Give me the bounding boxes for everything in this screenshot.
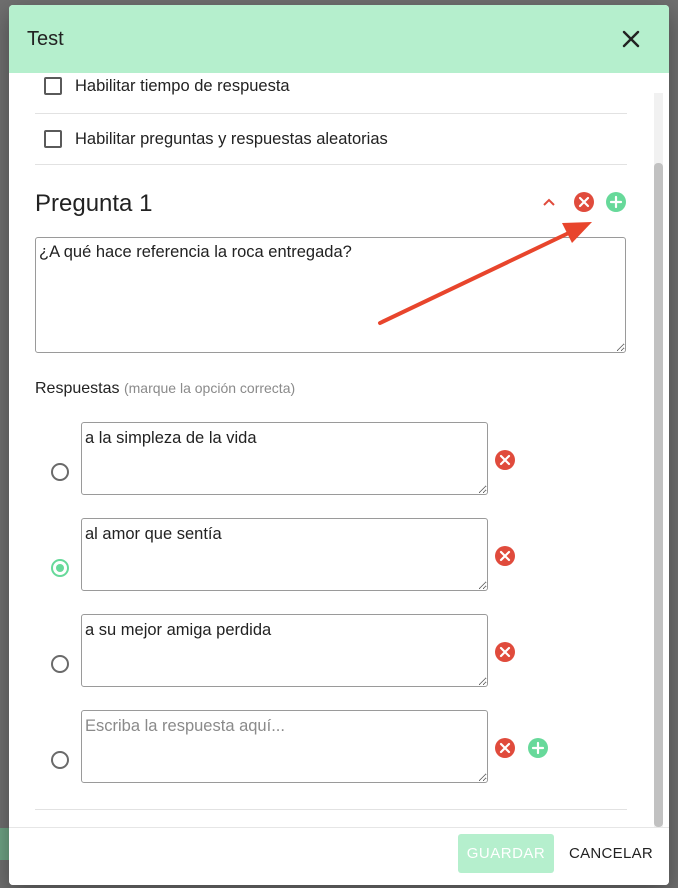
answers-title: Respuestas [35,380,120,397]
question-actions [540,191,627,213]
delete-answer-icon[interactable] [494,545,516,567]
cancel-button[interactable]: CANCELAR [565,834,657,873]
answer-radio[interactable] [51,751,69,769]
section-divider [35,809,627,810]
delete-question-icon[interactable] [573,191,595,213]
delete-answer-icon[interactable] [494,641,516,663]
test-modal: Test Habilitar tiempo de respuesta Habil… [9,5,669,885]
modal-body: Habilitar tiempo de respuesta Habilitar … [9,73,669,827]
add-question-icon[interactable] [605,191,627,213]
setting-random-order[interactable]: Habilitar preguntas y respuestas aleator… [35,114,627,165]
modal-header: Test [9,5,669,73]
answers-hint: (marque la opción correcta) [123,380,296,396]
answer-text-field[interactable]: a la simpleza de la vida [81,422,488,495]
new-answer-field[interactable] [81,710,488,783]
answer-row: al amor que sentía [35,518,627,614]
response-time-label: Habilitar tiempo de respuesta [75,77,290,95]
random-order-checkbox[interactable] [44,130,62,148]
answer-text-field[interactable]: a su mejor amiga perdida [81,614,488,687]
scrollbar-thumb[interactable] [654,163,663,827]
question-header: Pregunta 1 [35,165,627,237]
save-button[interactable]: GUARDAR [458,834,554,873]
answer-radio[interactable] [51,655,69,673]
close-icon[interactable] [619,27,643,51]
answers-label: Respuestas (marque la opción correcta) [35,380,627,398]
question-title: Pregunta 1 [35,190,153,217]
add-answer-icon[interactable] [527,737,549,759]
chevron-up-icon[interactable] [540,193,558,211]
response-time-checkbox[interactable] [44,77,62,95]
delete-answer-icon[interactable] [494,737,516,759]
question-text-field[interactable]: ¿A qué hace referencia la roca entregada… [35,237,626,353]
random-order-label: Habilitar preguntas y respuestas aleator… [75,129,388,148]
answer-radio-selected[interactable] [51,559,69,577]
answer-row: a la simpleza de la vida [35,422,627,518]
answer-row-new [35,710,627,806]
form-content: Habilitar tiempo de respuesta Habilitar … [35,73,627,810]
answer-text-field[interactable]: al amor que sentía [81,518,488,591]
modal-title: Test [27,27,64,50]
delete-answer-icon[interactable] [494,449,516,471]
setting-response-time[interactable]: Habilitar tiempo de respuesta [35,73,627,114]
answer-radio[interactable] [51,463,69,481]
modal-footer: GUARDAR CANCELAR [9,827,669,885]
answer-row: a su mejor amiga perdida [35,614,627,710]
